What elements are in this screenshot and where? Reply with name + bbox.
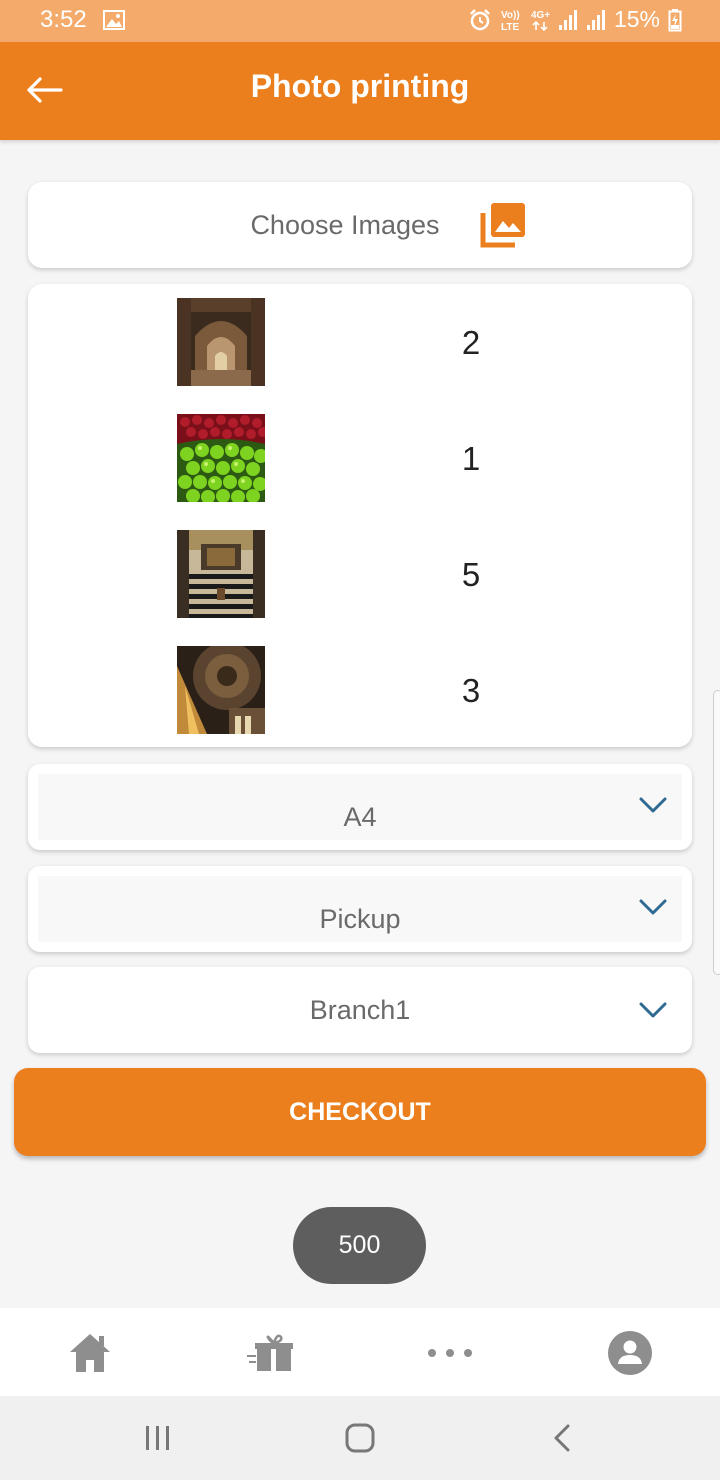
- nav-more[interactable]: [420, 1328, 480, 1378]
- nav-gifts[interactable]: [240, 1328, 300, 1378]
- back-chevron-icon: [554, 1424, 570, 1452]
- image-quantity: 3: [461, 672, 481, 709]
- delivery-method-dropdown[interactable]: Pickup: [28, 866, 692, 952]
- volte-icon: Vo)) LTE: [500, 8, 522, 32]
- image-row[interactable]: 2: [28, 298, 692, 386]
- total-price-badge: 500: [293, 1207, 426, 1284]
- home-button[interactable]: [338, 1418, 382, 1458]
- delivery-method-value: Pickup: [319, 904, 401, 934]
- image-thumbnail[interactable]: [177, 646, 265, 734]
- svg-text:4G+: 4G+: [531, 10, 550, 21]
- choose-images-label: Choose Images: [250, 210, 440, 240]
- selected-images-list[interactable]: 2 1 5 3: [28, 284, 692, 747]
- signal-icon: [586, 9, 606, 31]
- scrollbar[interactable]: [713, 690, 720, 975]
- image-row[interactable]: 5: [28, 530, 692, 618]
- nav-profile[interactable]: [600, 1328, 660, 1378]
- status-time: 3:52: [40, 6, 87, 33]
- image-row[interactable]: 3: [28, 646, 692, 734]
- image-quantity: 5: [461, 556, 481, 593]
- image-thumbnail[interactable]: [177, 298, 265, 386]
- image-thumbnail[interactable]: [177, 414, 265, 502]
- page-title: Photo printing: [250, 68, 470, 104]
- 4g-icon: 4G+: [530, 8, 550, 32]
- choose-images-button[interactable]: Choose Images: [28, 182, 692, 268]
- svg-text:LTE: LTE: [501, 22, 519, 32]
- branch-value: Branch1: [309, 995, 411, 1025]
- paper-size-value: A4: [343, 802, 377, 832]
- dropdown-field: A4: [38, 774, 682, 840]
- gift-icon: [247, 1334, 293, 1371]
- chevron-down-icon: [638, 1001, 668, 1024]
- dropdown-field: Pickup: [38, 876, 682, 942]
- nav-home[interactable]: [60, 1328, 120, 1378]
- alarm-icon: [468, 8, 492, 32]
- image-icon: [103, 10, 125, 35]
- system-back-button[interactable]: [540, 1418, 584, 1458]
- battery-percent: 15%: [613, 6, 660, 32]
- svg-text:Vo)): Vo)): [501, 10, 520, 21]
- profile-icon: [608, 1331, 652, 1375]
- more-icon: [428, 1349, 472, 1357]
- app-bar: Photo printing: [0, 42, 720, 140]
- image-quantity: 1: [461, 440, 481, 477]
- image-thumbnail[interactable]: [177, 530, 265, 618]
- image-quantity: 2: [461, 324, 481, 361]
- chevron-down-icon: [638, 898, 668, 921]
- battery-charging-icon: [668, 8, 682, 32]
- status-bar: 3:52 Vo)) LTE 4G+ 15%: [0, 0, 720, 42]
- recents-icon: [146, 1426, 169, 1450]
- image-row[interactable]: 1: [28, 414, 692, 502]
- home-button-icon: [345, 1423, 375, 1453]
- signal-icon: [558, 9, 578, 31]
- paper-size-dropdown[interactable]: A4: [28, 764, 692, 850]
- status-icons: Vo)) LTE 4G+ 15%: [468, 6, 682, 33]
- photo-library-icon: [480, 202, 526, 253]
- home-icon: [70, 1334, 110, 1372]
- chevron-down-icon: [638, 796, 668, 819]
- recents-button[interactable]: [136, 1418, 180, 1458]
- branch-dropdown[interactable]: Branch1: [28, 967, 692, 1053]
- system-nav-bar: [0, 1396, 720, 1480]
- bottom-nav: [0, 1308, 720, 1396]
- checkout-button[interactable]: CHECKOUT: [14, 1068, 706, 1156]
